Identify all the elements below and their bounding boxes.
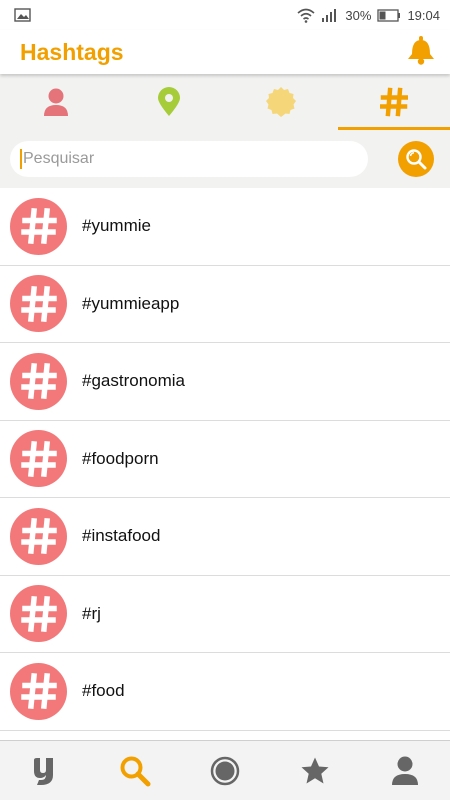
hashtag-list: #yummie #yummieapp #gastronomia #foodporn #i…: [0, 188, 450, 731]
search-category-tabs: [0, 74, 450, 130]
hashtag-list-item[interactable]: #food: [0, 653, 450, 731]
tab-people[interactable]: [0, 74, 113, 130]
text-cursor: [20, 149, 22, 169]
hashtag-label: #yummieapp: [82, 293, 180, 313]
hashtag-avatar: [10, 430, 67, 488]
page-title: Hashtags: [20, 38, 124, 65]
star-icon: [301, 757, 329, 783]
app-header: Hashtags: [0, 30, 450, 74]
tab-badges[interactable]: [225, 74, 338, 130]
hashtag-icon: [20, 363, 57, 400]
hashtag-label: #yummie: [82, 216, 151, 236]
search-row: [0, 130, 450, 188]
hashtag-icon: [20, 208, 57, 245]
yummie-logo-icon: [34, 757, 53, 785]
hashtag-list-item[interactable]: #instafood: [0, 498, 450, 576]
badge-icon: [266, 87, 297, 117]
location-pin-icon: [157, 87, 180, 116]
hashtag-list-item[interactable]: #rj: [0, 576, 450, 653]
battery-icon: [377, 8, 401, 22]
bottom-nav: [0, 740, 450, 800]
hashtag-avatar: [10, 197, 67, 255]
battery-percent: 30%: [345, 7, 372, 23]
nav-home[interactable]: [0, 741, 90, 800]
hashtag-icon: [20, 673, 57, 710]
bell-icon: [408, 35, 434, 65]
search-icon: [120, 756, 151, 786]
nav-profile[interactable]: [360, 741, 450, 800]
signal-icon: [322, 9, 337, 22]
hashtag-icon: [20, 518, 57, 555]
hashtag-avatar: [10, 507, 67, 565]
record-icon: [210, 756, 240, 785]
hashtag-label: #rj: [82, 603, 101, 623]
hashtag-avatar: [10, 275, 67, 333]
hashtag-icon: [379, 87, 408, 117]
hashtag-icon: [20, 285, 57, 322]
profile-icon: [392, 756, 418, 785]
tab-places[interactable]: [113, 74, 226, 130]
hashtag-list-item[interactable]: #gastronomia: [0, 343, 450, 421]
status-bar: 30% 19:04: [0, 0, 450, 30]
nav-search[interactable]: [90, 741, 180, 800]
hashtag-icon: [20, 440, 57, 477]
person-icon: [44, 88, 69, 116]
hashtag-list-item[interactable]: #foodporn: [0, 421, 450, 498]
hashtag-avatar: [10, 585, 67, 643]
screen: 30% 19:04 Hashtags Pesquisar #yummie #yu…: [0, 0, 450, 800]
hashtag-list-item[interactable]: #yummie: [0, 188, 450, 266]
search-input[interactable]: [20, 150, 368, 168]
hashtag-label: #food: [82, 681, 125, 701]
tab-hashtags[interactable]: [337, 74, 450, 130]
search-button[interactable]: [398, 141, 434, 177]
clock: 19:04: [407, 7, 440, 23]
hashtag-icon: [20, 595, 57, 632]
hashtag-label: #foodporn: [82, 448, 159, 468]
gallery-notification-icon: [14, 8, 31, 22]
nav-favorites[interactable]: [270, 741, 360, 800]
magnifier-icon: [406, 149, 427, 170]
hashtag-avatar: [10, 662, 67, 720]
hashtag-label: #gastronomia: [82, 371, 186, 391]
wifi-icon: [297, 8, 315, 23]
hashtag-avatar: [10, 352, 67, 410]
search-box: [10, 141, 368, 177]
nav-record[interactable]: [180, 741, 270, 800]
notifications-button[interactable]: [406, 34, 436, 71]
hashtag-list-item[interactable]: #yummieapp: [0, 266, 450, 343]
hashtag-label: #instafood: [82, 526, 161, 546]
